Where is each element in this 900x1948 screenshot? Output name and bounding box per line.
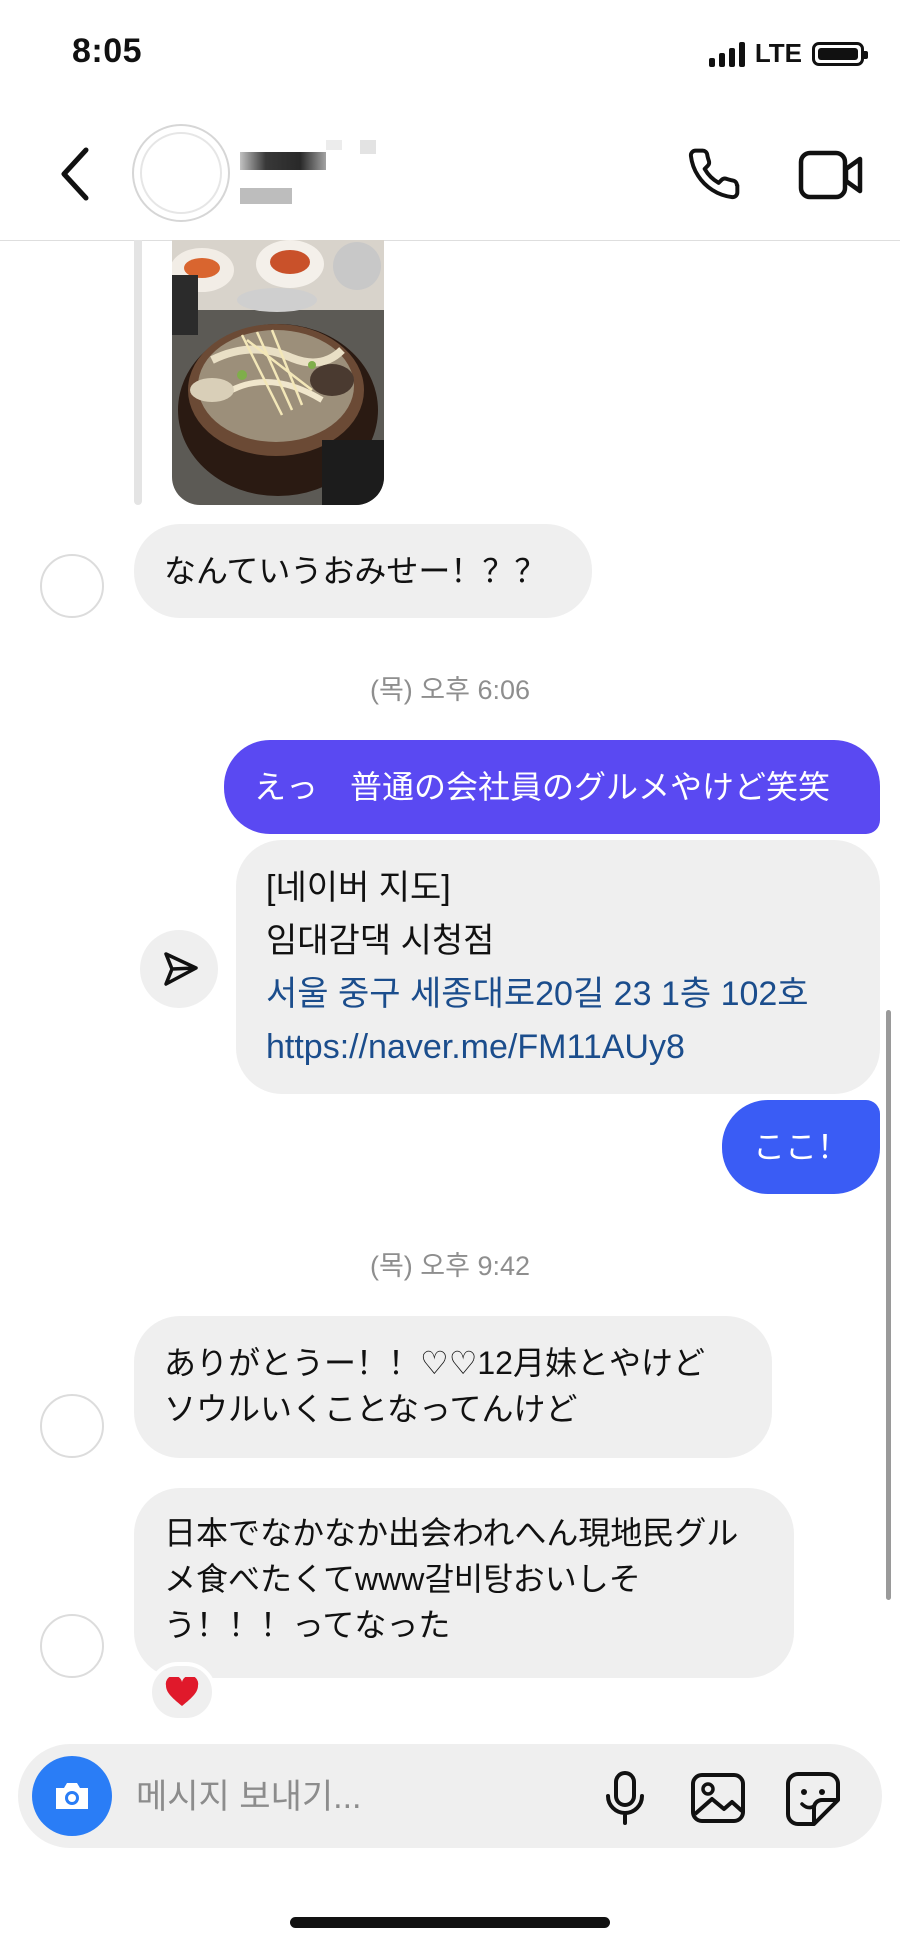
message-text: えっ 普通の会社員のグルメやけど笑笑 (254, 769, 831, 805)
gallery-icon[interactable] (690, 1772, 746, 1824)
contact-avatar[interactable] (132, 124, 230, 222)
message-text: ありがとうー！！♡♡12月妹とやけど (164, 1345, 705, 1381)
heart-reaction[interactable] (148, 1662, 216, 1722)
sender-avatar[interactable] (40, 1394, 104, 1458)
phone-icon[interactable] (686, 146, 742, 202)
status-time: 8:05 (72, 32, 143, 70)
sender-avatar[interactable] (40, 554, 104, 618)
microphone-icon[interactable] (602, 1770, 648, 1826)
contact-name-redacted[interactable] (240, 152, 326, 170)
message-text: う！！！ってなった (164, 1607, 451, 1643)
contact-username-redacted (240, 188, 292, 204)
network-label: LTE (754, 38, 802, 68)
timestamp: (목) 오후 6:06 (369, 675, 531, 705)
map-link[interactable]: https://naver.me/FM11AUy8 (266, 1021, 850, 1074)
link-source: [네이버 지도] (266, 869, 451, 907)
message-text: なんていうおみせー！？？ (164, 553, 547, 589)
camera-icon[interactable] (32, 1756, 112, 1836)
back-chevron-icon[interactable] (56, 144, 96, 204)
incoming-message[interactable]: 日本でなかなか出会われへん現地民グル メ食べたくてwww갈비탕おいしそ う！！！… (134, 1488, 794, 1678)
heart-icon (165, 1677, 199, 1706)
place-name: 임대감댁 시청점 (266, 922, 495, 960)
signal-icon (708, 41, 745, 67)
share-icon[interactable] (140, 930, 218, 1008)
incoming-message[interactable]: ありがとうー！！♡♡12月妹とやけど ソウルいくことなってんけど (134, 1316, 772, 1458)
video-camera-icon[interactable] (798, 148, 864, 202)
timestamp: (목) 오후 9:42 (369, 1251, 531, 1281)
outgoing-message[interactable]: えっ 普通の会社員のグルメやけど笑笑 (224, 740, 880, 834)
reply-thread-line (134, 240, 142, 505)
message-text: 日本でなかなか出会われへん現地民グル (164, 1515, 739, 1551)
redaction-mark (326, 140, 342, 150)
sticker-icon[interactable] (784, 1770, 842, 1826)
message-text: ソウルいくことなってんけど (164, 1391, 578, 1427)
incoming-message[interactable]: なんていうおみせー！？？ (134, 524, 592, 618)
place-address[interactable]: 서울 중구 세종대로20길 23 1층 102호 (266, 968, 850, 1021)
status-indicators: LTE (708, 38, 868, 69)
battery-icon (812, 41, 868, 66)
scrollbar[interactable] (886, 1010, 891, 1600)
outgoing-message[interactable]: ここ！ (722, 1100, 880, 1194)
chat-header (0, 100, 900, 241)
food-photo[interactable] (172, 240, 384, 505)
shared-link-message[interactable]: [네이버 지도] 임대감댁 시청점 서울 중구 세종대로20길 23 1층 10… (236, 840, 880, 1094)
home-indicator[interactable] (290, 1917, 610, 1928)
sender-avatar[interactable] (40, 1614, 104, 1678)
message-text: ここ！ (752, 1129, 849, 1165)
message-input[interactable] (134, 1744, 568, 1850)
message-text: メ食べたくてwww갈비탕おいしそ (164, 1561, 641, 1597)
redaction-mark (360, 140, 376, 154)
message-composer (18, 1744, 882, 1850)
